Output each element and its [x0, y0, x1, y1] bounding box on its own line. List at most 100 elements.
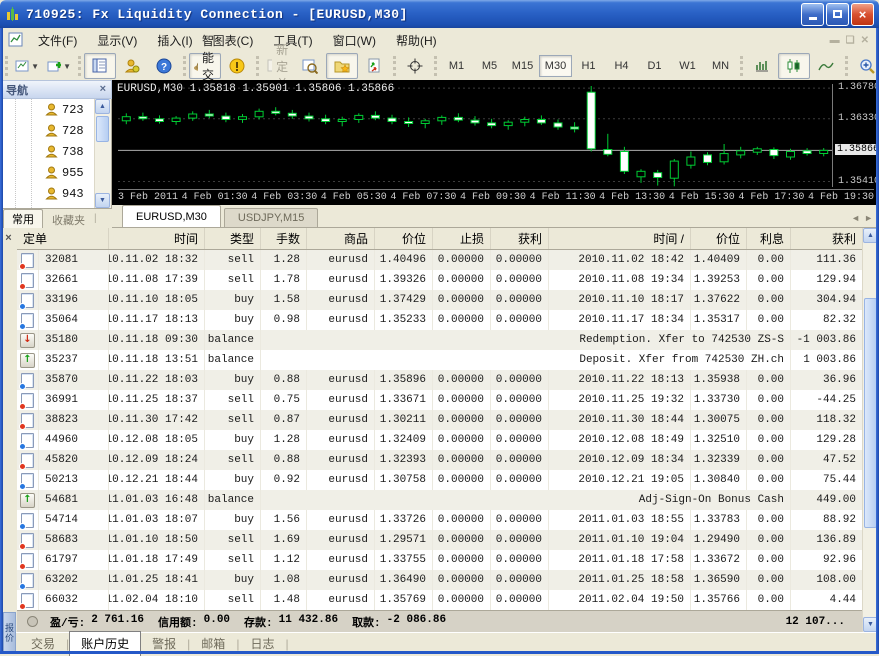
- scrollbar-thumb[interactable]: [864, 298, 877, 528]
- docked-quotes-edge-tab[interactable]: 报价: [3, 612, 16, 654]
- profiles-button[interactable]: [116, 53, 148, 79]
- toolbar-grip[interactable]: [845, 56, 848, 76]
- toolbar-grip[interactable]: [434, 56, 437, 76]
- indicators-button[interactable]: [358, 53, 390, 79]
- column-header-5[interactable]: 商品: [307, 228, 375, 249]
- close-button[interactable]: ×: [851, 3, 874, 26]
- timeframe-h1[interactable]: H1: [572, 55, 605, 77]
- history-row[interactable]: 660322011.02.04 18:10sell1.48eurusd1.357…: [17, 590, 863, 610]
- history-table-header[interactable]: 定单时间类型手数商品价位止损获利时间 /价位利息获利: [17, 228, 863, 250]
- history-row[interactable]: 632022011.01.25 18:41buy1.08eurusd1.3649…: [17, 570, 863, 590]
- history-row[interactable]: 331962010.11.10 18:05buy1.58eurusd1.3742…: [17, 290, 863, 310]
- timeframe-m1[interactable]: M1: [440, 55, 473, 77]
- terminal-tab-1[interactable]: 交易: [20, 633, 66, 654]
- navigator-header[interactable]: 导航 ×: [0, 80, 112, 99]
- navigator-close-icon[interactable]: ×: [100, 84, 106, 95]
- timeframe-h4[interactable]: H4: [605, 55, 638, 77]
- new-chart-button[interactable]: ▼: [43, 53, 75, 79]
- history-row[interactable]: 350642010.11.17 18:13buy0.98eurusd1.3523…: [17, 310, 863, 330]
- menu-item[interactable]: 帮助(H): [386, 29, 447, 52]
- scrollbar-thumb[interactable]: [96, 116, 109, 142]
- chart-tab-eurusd[interactable]: EURUSD,M30: [122, 205, 221, 227]
- terminal-scrollbar[interactable]: ▲ ▼: [862, 228, 879, 632]
- terminal-tab-2[interactable]: 账户历史: [69, 631, 141, 656]
- column-header-3[interactable]: 类型: [205, 228, 261, 249]
- column-header-1[interactable]: 定单: [17, 228, 109, 249]
- column-header-10[interactable]: 价位: [691, 228, 747, 249]
- history-row[interactable]: 320812010.11.02 18:32sell1.28eurusd1.404…: [17, 250, 863, 270]
- column-header-2[interactable]: 时间: [109, 228, 205, 249]
- navigator-tab-common[interactable]: 常用: [3, 209, 43, 228]
- terminal-close-icon[interactable]: ×: [2, 232, 15, 245]
- scroll-up-icon[interactable]: ▲: [863, 228, 878, 243]
- toolbar-grip[interactable]: [183, 56, 186, 76]
- history-row[interactable]: 502132010.12.21 18:44buy0.92eurusd1.3075…: [17, 470, 863, 490]
- chart-zoom-window-button[interactable]: [294, 53, 326, 79]
- toolbar-grip[interactable]: [78, 56, 81, 76]
- scroll-down-icon[interactable]: ▼: [95, 193, 110, 208]
- menu-item[interactable]: 工具(T): [263, 29, 322, 52]
- timeframe-w1[interactable]: W1: [671, 55, 704, 77]
- history-row[interactable]: 326612010.11.08 17:39sell1.78eurusd1.393…: [17, 270, 863, 290]
- title-bar[interactable]: 710925: Fx Liquidity Connection - [EURUS…: [0, 0, 879, 28]
- menu-item[interactable]: 显示(V): [87, 29, 147, 52]
- chart-document-icon[interactable]: [8, 32, 24, 48]
- toolbar-grip[interactable]: [5, 56, 8, 76]
- timeframe-d1[interactable]: D1: [638, 55, 671, 77]
- chart-panel[interactable]: EURUSD,M30 1.35818 1.35901 1.35806 1.358…: [112, 80, 879, 205]
- crosshair-button[interactable]: [399, 53, 431, 79]
- terminal-tab-4[interactable]: 邮箱: [190, 633, 236, 654]
- templates-button[interactable]: [326, 53, 358, 79]
- mdi-restore-icon[interactable]: ❏: [846, 35, 855, 46]
- menu-item[interactable]: 文件(F): [28, 29, 87, 52]
- timeframe-m5[interactable]: M5: [473, 55, 506, 77]
- history-row[interactable]: 449602010.12.08 18:05buy1.28eurusd1.3240…: [17, 430, 863, 450]
- scroll-down-icon[interactable]: ▼: [863, 617, 878, 632]
- timeframe-m15[interactable]: M15: [506, 55, 539, 77]
- market-watch-button[interactable]: [84, 53, 116, 79]
- history-row[interactable]: ↑546812011.01.03 16:48balanceAdj-Sign-On…: [17, 490, 863, 510]
- warning-button[interactable]: [221, 53, 253, 79]
- chart-plot-area[interactable]: [118, 84, 832, 187]
- chart-tab-usdjpy[interactable]: USDJPY,M15: [224, 208, 318, 227]
- tab-scroll-left-icon[interactable]: ◄: [851, 213, 860, 223]
- toolbar-grip[interactable]: [740, 56, 743, 76]
- minimize-button[interactable]: [801, 3, 824, 26]
- history-row[interactable]: 388232010.11.30 17:42sell0.87eurusd1.302…: [17, 410, 863, 430]
- history-row[interactable]: ↓351802010.11.18 09:30balanceRedemption.…: [17, 330, 863, 350]
- mdi-close-icon[interactable]: ✕: [861, 35, 869, 46]
- bar-chart-button[interactable]: [746, 53, 778, 79]
- navigator-button[interactable]: ?: [148, 53, 180, 79]
- terminal-tab-3[interactable]: 警报: [141, 633, 187, 654]
- zoom-in-button[interactable]: [851, 53, 879, 79]
- scroll-up-icon[interactable]: ▲: [95, 99, 110, 114]
- chart-windows-button[interactable]: ▼: [11, 53, 43, 79]
- column-header-9[interactable]: 时间 /: [549, 228, 691, 249]
- history-row[interactable]: 617972011.01.18 17:49sell1.12eurusd1.337…: [17, 550, 863, 570]
- column-header-6[interactable]: 价位: [375, 228, 433, 249]
- history-row[interactable]: 547142011.01.03 18:07buy1.56eurusd1.3372…: [17, 510, 863, 530]
- timeframe-m30[interactable]: M30: [539, 55, 572, 77]
- menu-item[interactable]: 窗口(W): [323, 29, 386, 52]
- line-chart-button[interactable]: [810, 53, 842, 79]
- timeframe-mn[interactable]: MN: [704, 55, 737, 77]
- column-header-8[interactable]: 获利: [491, 228, 549, 249]
- column-header-7[interactable]: 止损: [433, 228, 491, 249]
- history-row[interactable]: ↑352372010.11.18 13:51balanceDeposit. Xf…: [17, 350, 863, 370]
- column-header-12[interactable]: 获利: [791, 228, 863, 249]
- maximize-button[interactable]: [826, 3, 849, 26]
- history-row[interactable]: 458202010.12.09 18:24sell0.88eurusd1.323…: [17, 450, 863, 470]
- toolbar-grip[interactable]: [256, 56, 259, 76]
- mdi-minimize-icon[interactable]: ▬: [830, 35, 840, 46]
- history-row[interactable]: 358702010.11.22 18:03buy0.88eurusd1.3589…: [17, 370, 863, 390]
- column-header-4[interactable]: 手数: [261, 228, 307, 249]
- toolbar-grip[interactable]: [393, 56, 396, 76]
- column-header-11[interactable]: 利息: [747, 228, 791, 249]
- navigator-tab-favorites[interactable]: 收藏夹: [44, 212, 93, 228]
- history-row[interactable]: 369912010.11.25 18:37sell0.75eurusd1.336…: [17, 390, 863, 410]
- navigator-scrollbar[interactable]: ▲ ▼: [94, 99, 111, 208]
- menu-item[interactable]: 插入(I): [147, 29, 202, 52]
- history-row[interactable]: 586832011.01.10 18:50sell1.69eurusd1.295…: [17, 530, 863, 550]
- terminal-tab-5[interactable]: 日志: [239, 633, 285, 654]
- candlestick-chart-button[interactable]: [778, 53, 810, 79]
